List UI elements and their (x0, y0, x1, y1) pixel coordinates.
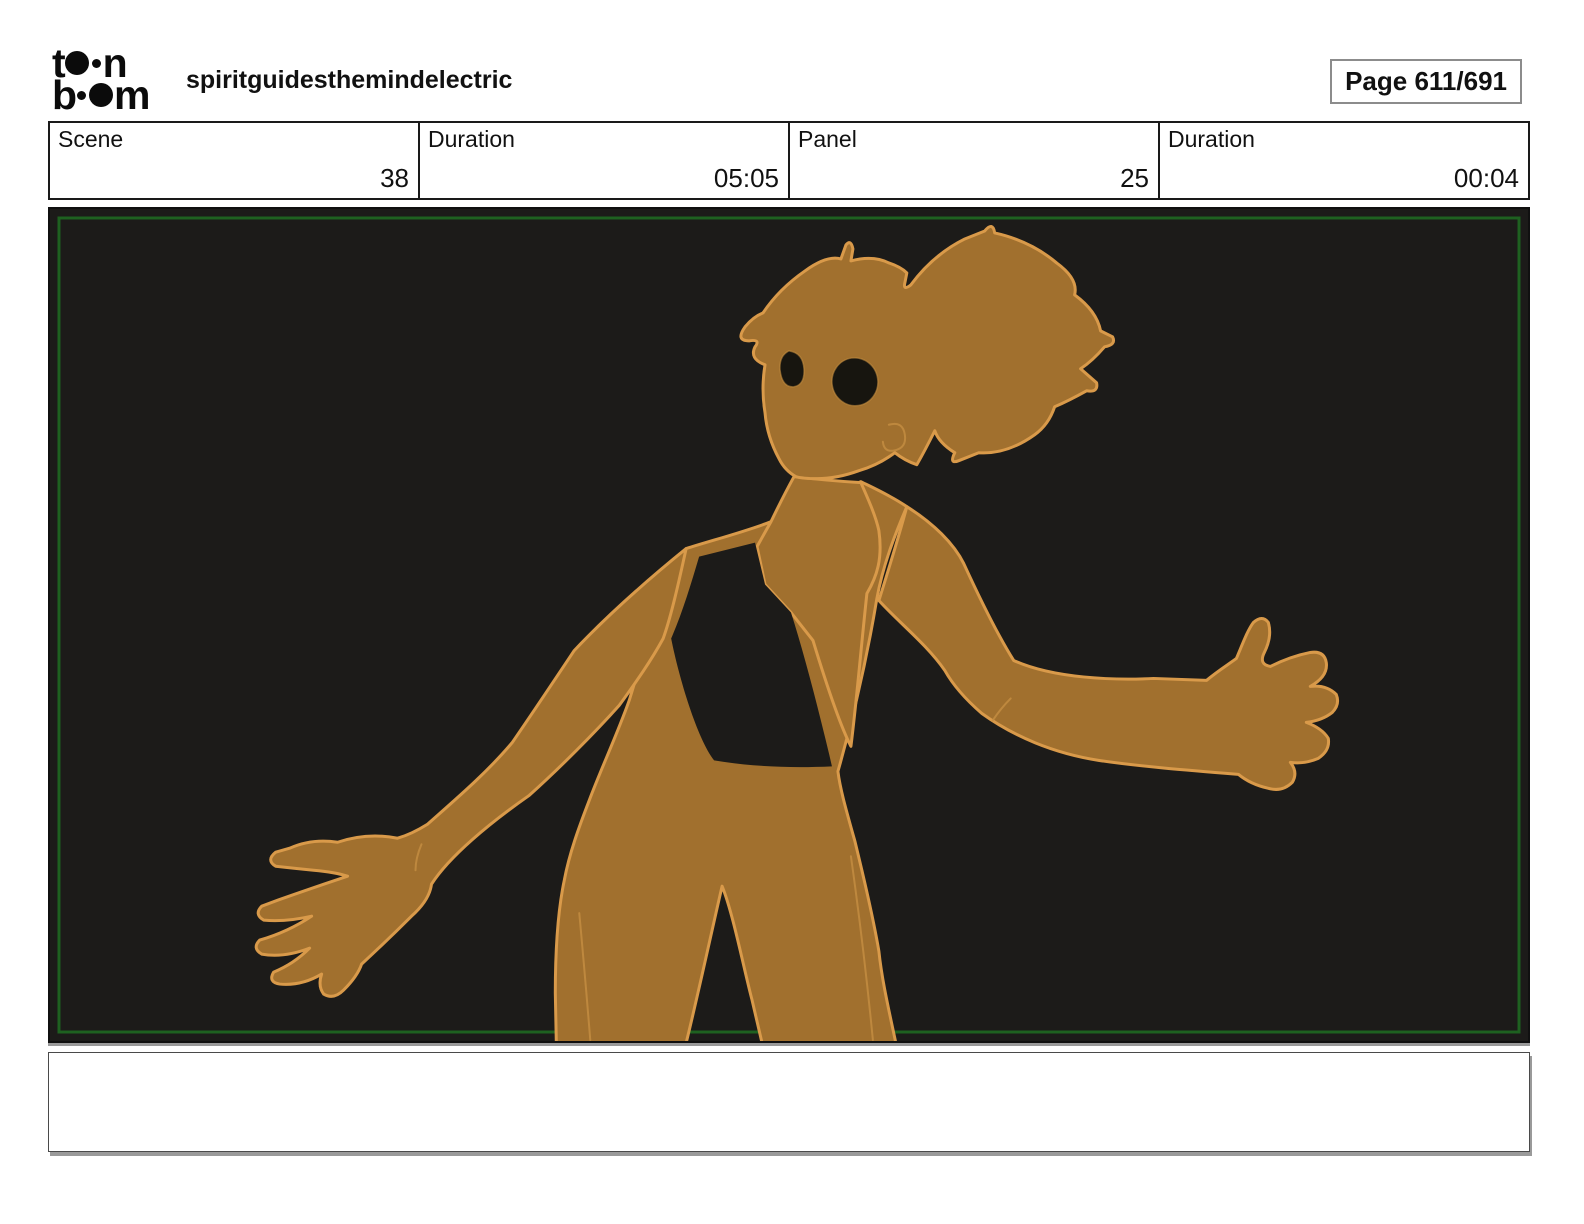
scene-label: Scene (58, 126, 124, 152)
panel-drawing (57, 216, 1521, 1041)
logo-letter-m: m (114, 72, 150, 118)
scene-cell: Scene 38 (50, 123, 420, 198)
caption-box (48, 1052, 1530, 1152)
panel-duration-cell: Duration 00:04 (1160, 123, 1528, 198)
scene-duration-cell: Duration 05:05 (420, 123, 790, 198)
panel-duration-label: Duration (1168, 126, 1255, 152)
toonboom-logo: t n b m (52, 43, 182, 118)
figure-left-eye (779, 350, 805, 388)
scene-duration-label: Duration (428, 126, 515, 152)
panel-duration-value: 00:04 (1453, 163, 1519, 193)
figure-head-hair (739, 224, 1116, 481)
panel-label: Panel (798, 126, 857, 152)
scene-value: 38 (380, 163, 409, 193)
figure-right-arm (877, 505, 1340, 791)
logo-letter-b: b (52, 72, 77, 118)
panel-cell: Panel 25 (790, 123, 1160, 198)
storyboard-page: t n b m spiritguidesthemindelectric Page… (0, 0, 1584, 1224)
panel-info-row: Scene 38 Duration 05:05 Panel 25 Duratio… (48, 121, 1530, 200)
scene-duration-value: 05:05 (713, 163, 779, 193)
panel-value: 25 (1120, 163, 1149, 193)
page-number-badge: Page 611/691 (1330, 59, 1522, 104)
project-title: spiritguidesthemindelectric (186, 66, 513, 94)
logo-small-dot-icon (91, 58, 101, 68)
logo-small-dot-icon (77, 90, 87, 100)
logo-line-2: b m (52, 72, 182, 118)
storyboard-panel-image (48, 207, 1530, 1043)
logo-big-dot-icon (89, 83, 114, 107)
